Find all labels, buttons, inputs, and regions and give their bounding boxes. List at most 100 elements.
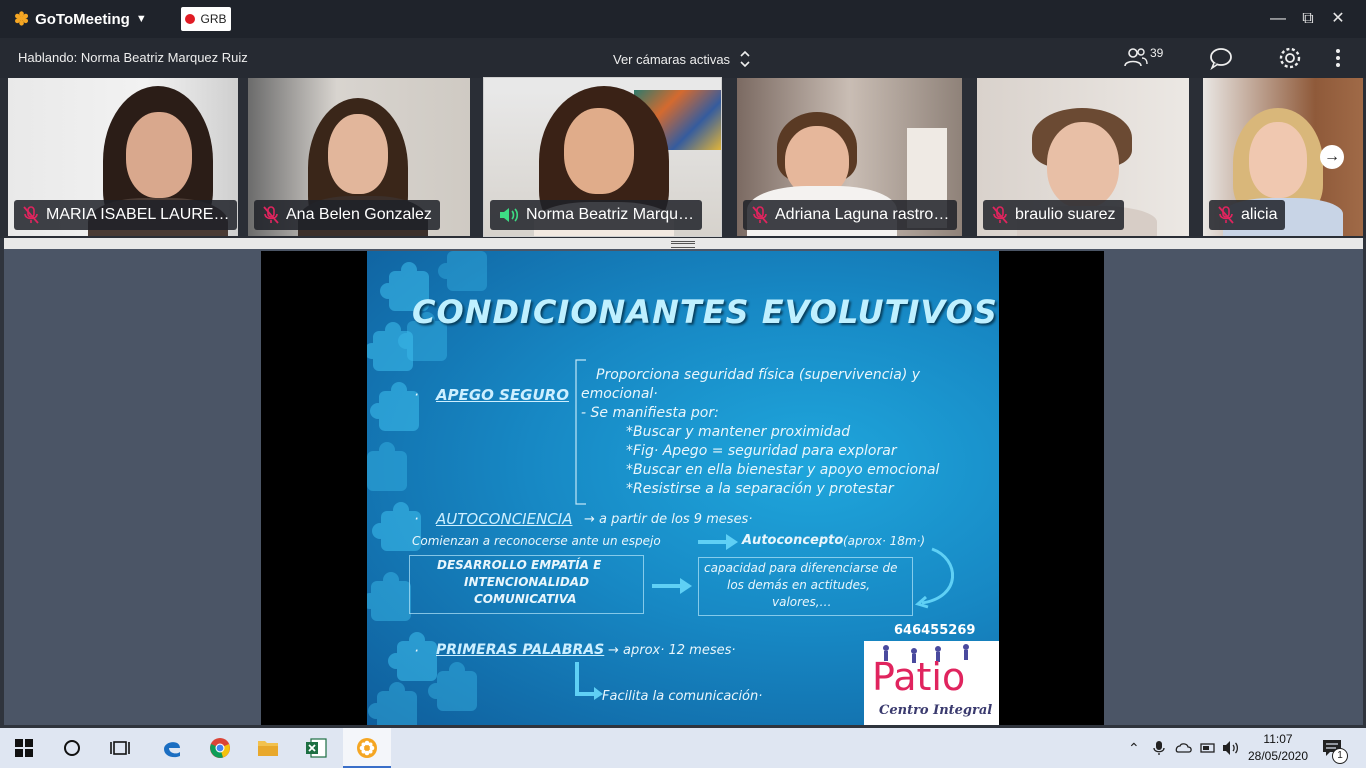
brace-icon xyxy=(575,359,586,505)
mic-muted-icon xyxy=(992,206,1008,224)
chevron-down-icon: ▼ xyxy=(135,13,147,25)
palabras-heading: PRIMERAS PALABRAS xyxy=(436,642,605,658)
taskbar-excel[interactable] xyxy=(292,728,340,768)
notification-count-badge: 1 xyxy=(1332,748,1348,764)
apego-line1: Proporciona seguridad física (superviven… xyxy=(596,367,921,383)
apego-line3: - Se manifiesta por: xyxy=(581,405,719,421)
apego-heading: APEGO SEGURO xyxy=(436,386,569,404)
kebab-menu-icon xyxy=(1336,49,1340,67)
gear-icon xyxy=(1279,47,1301,69)
bullet: · xyxy=(414,510,419,528)
taskbar-gotomeeting[interactable] xyxy=(343,728,391,768)
cortana-circle-icon xyxy=(64,740,80,756)
speaker-volume-icon xyxy=(500,208,519,222)
system-clock[interactable]: 11:07 28/05/2020 xyxy=(1246,731,1310,765)
taskbar-edge[interactable] xyxy=(148,728,196,768)
participant-tile[interactable]: Adriana Laguna rastro… xyxy=(737,78,962,236)
palabras-text: → aprox· 12 meses· xyxy=(608,643,736,658)
next-page-arrow-icon[interactable]: → xyxy=(1320,145,1344,169)
bullet: · xyxy=(414,642,419,660)
capacidad-line: los demás en actitudes, xyxy=(727,578,871,592)
excel-icon xyxy=(306,738,327,758)
app-logo[interactable]: ✽ GoToMeeting ▼ xyxy=(14,8,147,30)
microphone-icon[interactable] xyxy=(1153,740,1165,756)
participants-button[interactable]: 39 xyxy=(1124,46,1163,68)
recording-label: GRB xyxy=(200,12,227,26)
apego-item: *Buscar en ella bienestar y apoyo emocio… xyxy=(626,462,940,478)
active-cameras-label: Ver cámaras activas xyxy=(613,51,731,67)
notification-center-button[interactable]: 1 xyxy=(1322,738,1348,764)
taskbar-file-explorer[interactable] xyxy=(244,728,292,768)
gotomeeting-flower-icon: ✽ xyxy=(14,8,30,29)
arrow-icon xyxy=(652,578,692,594)
participant-nametag: MARIA ISABEL LAURE… xyxy=(14,200,238,230)
autoconcepto-label: Autoconcepto xyxy=(742,533,844,548)
restore-button[interactable]: ⧉ xyxy=(1296,8,1320,30)
active-cameras-toggle[interactable]: Ver cámaras activas xyxy=(613,50,750,68)
search-button[interactable] xyxy=(48,728,96,768)
recording-badge[interactable]: GRB xyxy=(181,7,231,31)
capacidad-line: valores,… xyxy=(772,595,832,609)
chat-button[interactable] xyxy=(1208,46,1234,71)
capacidad-line: capacidad para diferenciarse de xyxy=(704,561,898,575)
chrome-browser-icon xyxy=(210,738,230,758)
participant-tile[interactable]: Ana Belen Gonzalez xyxy=(248,78,470,236)
participant-tile[interactable]: braulio suarez xyxy=(977,78,1189,236)
network-icon[interactable] xyxy=(1199,741,1217,755)
record-dot-icon xyxy=(185,14,196,24)
slide-title: CONDICIONANTES EVOLUTIVOS xyxy=(412,293,998,331)
taskbar-chrome[interactable] xyxy=(196,728,244,768)
patio-logo-sub: Centro Integral xyxy=(879,703,993,718)
empatia-line: INTENCIONALIDAD xyxy=(464,575,590,589)
chat-bubble-icon xyxy=(1210,48,1232,71)
bullet: · xyxy=(414,386,419,404)
speaking-indicator: Hablando: Norma Beatriz Marquez Ruiz xyxy=(18,50,248,65)
participant-name: braulio suarez xyxy=(1015,206,1116,223)
apego-item: *Fig· Apego = seguridad para explorar xyxy=(626,443,897,459)
espejo-text: Comienzan a reconocerse ante un espejo xyxy=(412,534,661,548)
phone-number: 646455269 xyxy=(894,623,976,638)
participants-count: 39 xyxy=(1150,46,1164,60)
participant-tile[interactable]: MARIA ISABEL LAURE… xyxy=(8,78,238,236)
edge-browser-icon xyxy=(164,742,180,758)
mic-muted-icon xyxy=(23,206,39,224)
participant-nametag: Adriana Laguna rastro… xyxy=(743,200,958,230)
minimize-button[interactable]: — xyxy=(1266,8,1290,30)
participant-nametag: alicia xyxy=(1209,200,1286,230)
clock-time: 11:07 xyxy=(1263,732,1293,746)
task-view-button[interactable] xyxy=(96,728,144,768)
autoconciencia-text: → a partir de los 9 meses· xyxy=(584,512,753,527)
participant-nametag: Norma Beatriz Marqu… xyxy=(490,200,703,230)
participant-tile-active-speaker[interactable]: Norma Beatriz Marqu… xyxy=(483,77,722,237)
participant-name: Ana Belen Gonzalez xyxy=(286,206,432,223)
patio-logo-main: Patio xyxy=(872,655,966,699)
apego-item: *Resistirse a la separación y protestar xyxy=(626,481,894,497)
show-hidden-icons-chevron-up-icon[interactable]: ⌃ xyxy=(1128,740,1140,757)
elbow-arrow-icon xyxy=(575,662,603,700)
close-button[interactable]: ✕ xyxy=(1326,8,1350,30)
start-button[interactable] xyxy=(0,728,48,768)
task-view-icon xyxy=(110,741,130,755)
participant-name: Norma Beatriz Marqu… xyxy=(526,206,695,223)
clock-date: 28/05/2020 xyxy=(1247,749,1309,763)
gotomeeting-icon xyxy=(357,738,377,758)
participant-nametag: braulio suarez xyxy=(983,200,1124,230)
people-icon xyxy=(1124,48,1148,67)
participant-name: Adriana Laguna rastro… xyxy=(775,206,950,223)
mic-muted-icon xyxy=(752,206,768,224)
folder-icon xyxy=(258,741,278,756)
windows-icon xyxy=(15,739,33,757)
empatia-line: COMUNICATIVA xyxy=(474,592,577,606)
onedrive-cloud-icon[interactable] xyxy=(1174,741,1192,753)
arrow-icon xyxy=(698,534,738,550)
participant-name: MARIA ISABEL LAURE… xyxy=(46,206,230,223)
apego-item: *Buscar y mantener proximidad xyxy=(626,424,851,440)
autoconciencia-heading: AUTOCONCIENCIA xyxy=(436,510,573,528)
empatia-line: DESARROLLO EMPATÍA E xyxy=(437,558,602,572)
volume-icon[interactable] xyxy=(1222,740,1240,756)
more-options-button[interactable] xyxy=(1326,46,1350,70)
participant-name: alicia xyxy=(1241,206,1278,223)
mic-muted-icon xyxy=(263,206,279,224)
settings-button[interactable] xyxy=(1278,46,1304,70)
drag-handle-icon[interactable] xyxy=(671,241,695,248)
